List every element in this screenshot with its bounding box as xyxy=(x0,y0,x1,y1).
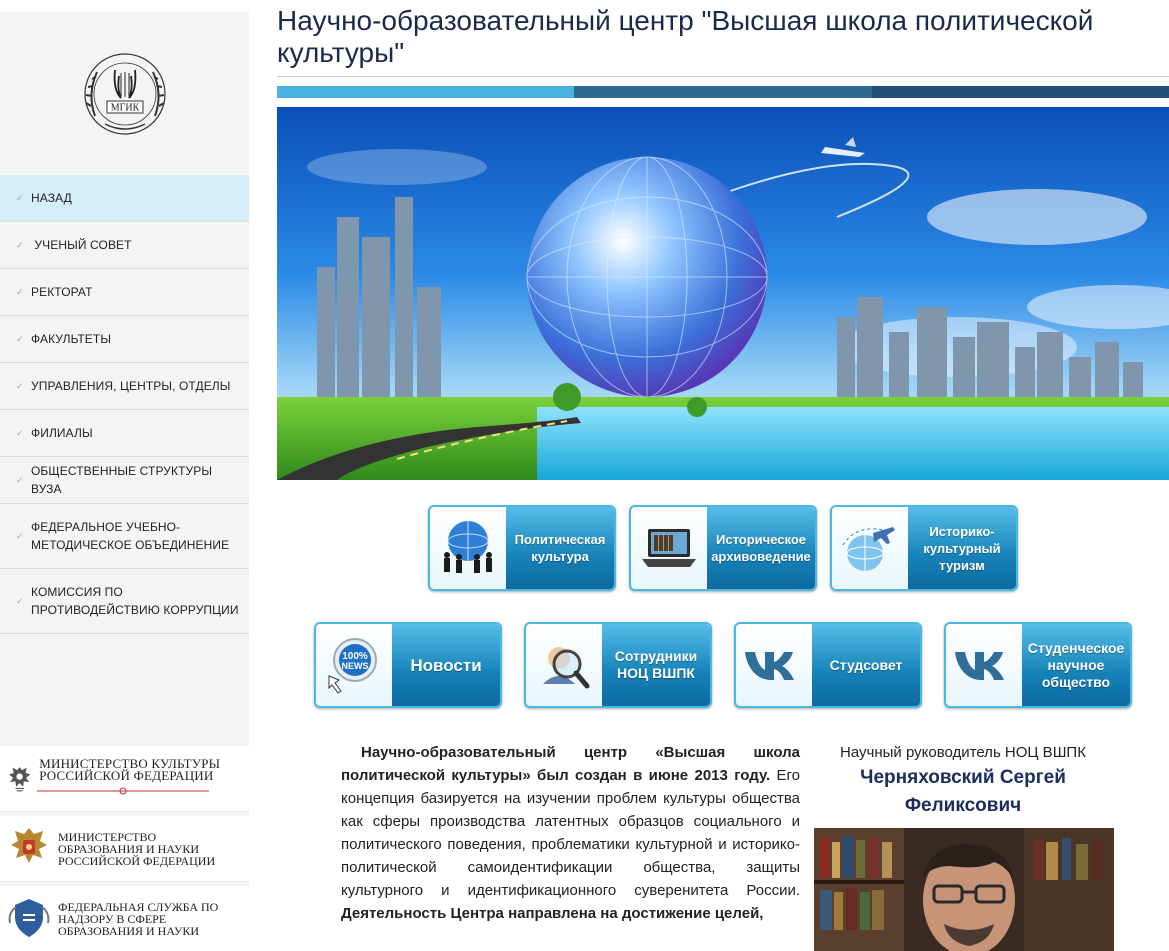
chevron-down-icon: ✓ xyxy=(16,530,24,541)
eagle-crest-icon xyxy=(8,766,31,791)
vk-logo-icon xyxy=(946,624,1022,706)
stripe-segment xyxy=(277,86,575,98)
globe-plane-icon xyxy=(832,507,908,589)
tile-student-scientific-society[interactable]: Студенческое научное общество xyxy=(944,622,1132,708)
chevron-down-icon: ✓ xyxy=(16,474,24,485)
university-emblem-icon: МГИК xyxy=(83,52,166,135)
sidebar-item-label: УПРАВЛЕНИЯ, ЦЕНТРЫ, ОТДЕЛЫ xyxy=(31,379,231,393)
chevron-down-icon: ✓ xyxy=(16,333,24,344)
director-block: Научный руководитель НОЦ ВШПК Черняховск… xyxy=(813,741,1113,820)
logo-text: МГИК xyxy=(110,102,139,113)
article-text: Научно-образовательный центр «Высшая шко… xyxy=(341,741,800,925)
tile-historical-archiving[interactable]: Историческое архивоведение xyxy=(629,505,817,591)
article-paragraph: Научно-образовательный центр «Высшая шко… xyxy=(341,741,800,925)
sidebar-item-label: РЕКТОРАТ xyxy=(31,285,93,299)
partner-text: МИНИСТЕРСТВО КУЛЬТУРЫ РОССИЙСКОЙ ФЕДЕРАЦ… xyxy=(39,755,221,783)
sidebar-item-label: ОБЩЕСТВЕННЫЕ СТРУКТУРЫ ВУЗА xyxy=(31,464,213,496)
tile-label: Студенческое научное общество xyxy=(1022,624,1130,706)
tile-news[interactable]: 100% NEWS Новости xyxy=(314,622,502,708)
sidebar-item-departments[interactable]: ✓ УПРАВЛЕНИЯ, ЦЕНТРЫ, ОТДЕЛЫ xyxy=(0,363,249,410)
chevron-down-icon: ✓ xyxy=(16,239,24,250)
globe-people-icon xyxy=(430,507,506,589)
article-body: Его концепция базируется на изучении про… xyxy=(341,767,800,899)
tile-cultural-tourism[interactable]: Историко-культурный туризм xyxy=(830,505,1018,591)
sidebar-item-label: УЧЕНЫЙ СОВЕТ xyxy=(31,238,132,252)
coat-of-arms-icon xyxy=(11,827,47,863)
chevron-down-icon: ✓ xyxy=(16,427,24,438)
sidebar: МГИК ✓ НАЗАД ✓ УЧЕНЫЙ СОВЕТ ✓ РЕКТОРАТ ✓ ФА… xyxy=(0,12,249,951)
chevron-down-icon: ✓ xyxy=(16,286,24,297)
color-stripes xyxy=(277,86,1169,98)
sidebar-item-label: НАЗАД xyxy=(31,191,72,205)
sidebar-nav: ✓ НАЗАД ✓ УЧЕНЫЙ СОВЕТ ✓ РЕКТОРАТ ✓ ФАКУЛЬТ… xyxy=(0,175,249,634)
tile-label: Новости xyxy=(392,624,500,706)
sidebar-item-federal-association[interactable]: ✓ ФЕДЕРАЛЬНОЕ УЧЕБНО-МЕТОДИЧЕСКОЕ ОБЪЕДИН… xyxy=(0,504,249,569)
vk-logo-icon xyxy=(736,624,812,706)
tile-label: Студсовет xyxy=(812,624,920,706)
chevron-down-icon: ✓ xyxy=(16,595,24,606)
sidebar-item-rectorate[interactable]: ✓ РЕКТОРАТ xyxy=(0,269,249,316)
article-bold-tail: Деятельность Центра направлена на достиж… xyxy=(341,905,764,922)
director-name[interactable]: Черняховский Сергей Феликсович xyxy=(813,764,1113,820)
tile-staff[interactable]: Сотрудники НОЦ ВШПК xyxy=(524,622,712,708)
partner-text: МИНИСТЕРСТВО ОБРАЗОВАНИЯ И НАУКИ РОССИЙС… xyxy=(58,829,216,868)
tile-student-council[interactable]: Студсовет xyxy=(734,622,922,708)
sidebar-item-public-structures[interactable]: ✓ ОБЩЕСТВЕННЫЕ СТРУКТУРЫ ВУЗА xyxy=(0,457,249,504)
sidebar-item-faculties[interactable]: ✓ ФАКУЛЬТЕТЫ xyxy=(0,316,249,363)
laptop-archive-icon xyxy=(631,507,707,589)
decorative-rule-icon xyxy=(37,787,210,794)
sidebar-item-label: КОМИССИЯ ПО ПРОТИВОДЕЙСТВИЮ КОРРУПЦИИ xyxy=(31,585,239,617)
chevron-down-icon: ✓ xyxy=(16,380,24,391)
sidebar-item-academic-council[interactable]: ✓ УЧЕНЫЙ СОВЕТ xyxy=(0,222,249,269)
director-role: Научный руководитель НОЦ ВШПК xyxy=(840,744,1086,761)
partner-ministry-education[interactable]: МИНИСТЕРСТВО ОБРАЗОВАНИЯ И НАУКИ РОССИЙС… xyxy=(0,816,249,882)
tile-label: Историческое архивоведение xyxy=(707,507,815,589)
page-title: Научно-образовательный центр "Высшая шко… xyxy=(277,0,1169,77)
hero-banner xyxy=(277,107,1169,480)
stripe-segment xyxy=(871,86,1169,98)
director-photo xyxy=(814,828,1114,951)
chevron-down-icon: ✓ xyxy=(16,192,24,203)
tile-label: Сотрудники НОЦ ВШПК xyxy=(602,624,710,706)
tile-label: Историко-культурный туризм xyxy=(908,507,1016,589)
sidebar-item-branches[interactable]: ✓ ФИЛИАЛЫ xyxy=(0,410,249,457)
logo[interactable]: МГИК xyxy=(0,12,249,175)
magnifier-person-icon xyxy=(526,624,602,706)
partner-links: МИНИСТЕРСТВО КУЛЬТУРЫ РОССИЙСКОЙ ФЕДЕРАЦ… xyxy=(0,746,249,951)
portrait-image xyxy=(814,828,1114,951)
sidebar-item-anticorruption[interactable]: ✓ КОМИССИЯ ПО ПРОТИВОДЕЙСТВИЮ КОРРУПЦИИ xyxy=(0,569,249,634)
sidebar-item-label: ФЕДЕРАЛЬНОЕ УЧЕБНО-МЕТОДИЧЕСКОЕ ОБЪЕДИНЕ… xyxy=(31,520,230,552)
article-lead: Научно-образовательный центр «Высшая шко… xyxy=(341,744,800,784)
tile-political-culture[interactable]: Политическая культура xyxy=(428,505,616,591)
globe-city-banner-image xyxy=(277,107,1169,480)
stripe-segment xyxy=(574,86,872,98)
partner-text: ФЕДЕРАЛЬНАЯ СЛУЖБА ПО НАДЗОРУ В СФЕРЕ ОБ… xyxy=(58,899,219,938)
main-content: Научно-образовательный центр "Высшая шко… xyxy=(277,0,1169,480)
partner-ministry-culture[interactable]: МИНИСТЕРСТВО КУЛЬТУРЫ РОССИЙСКОЙ ФЕДЕРАЦ… xyxy=(0,746,249,812)
news-badge-icon: 100% NEWS xyxy=(316,624,392,706)
sidebar-item-back[interactable]: ✓ НАЗАД xyxy=(0,175,249,222)
svg-text:NEWS: NEWS xyxy=(342,661,369,671)
supervision-emblem-icon xyxy=(8,898,50,937)
tile-label: Политическая культура xyxy=(506,507,614,589)
sidebar-item-label: ФИЛИАЛЫ xyxy=(31,426,93,440)
partner-federal-service[interactable]: ФЕДЕРАЛЬНАЯ СЛУЖБА ПО НАДЗОРУ В СФЕРЕ ОБ… xyxy=(0,886,249,951)
sidebar-item-label: ФАКУЛЬТЕТЫ xyxy=(31,332,112,346)
